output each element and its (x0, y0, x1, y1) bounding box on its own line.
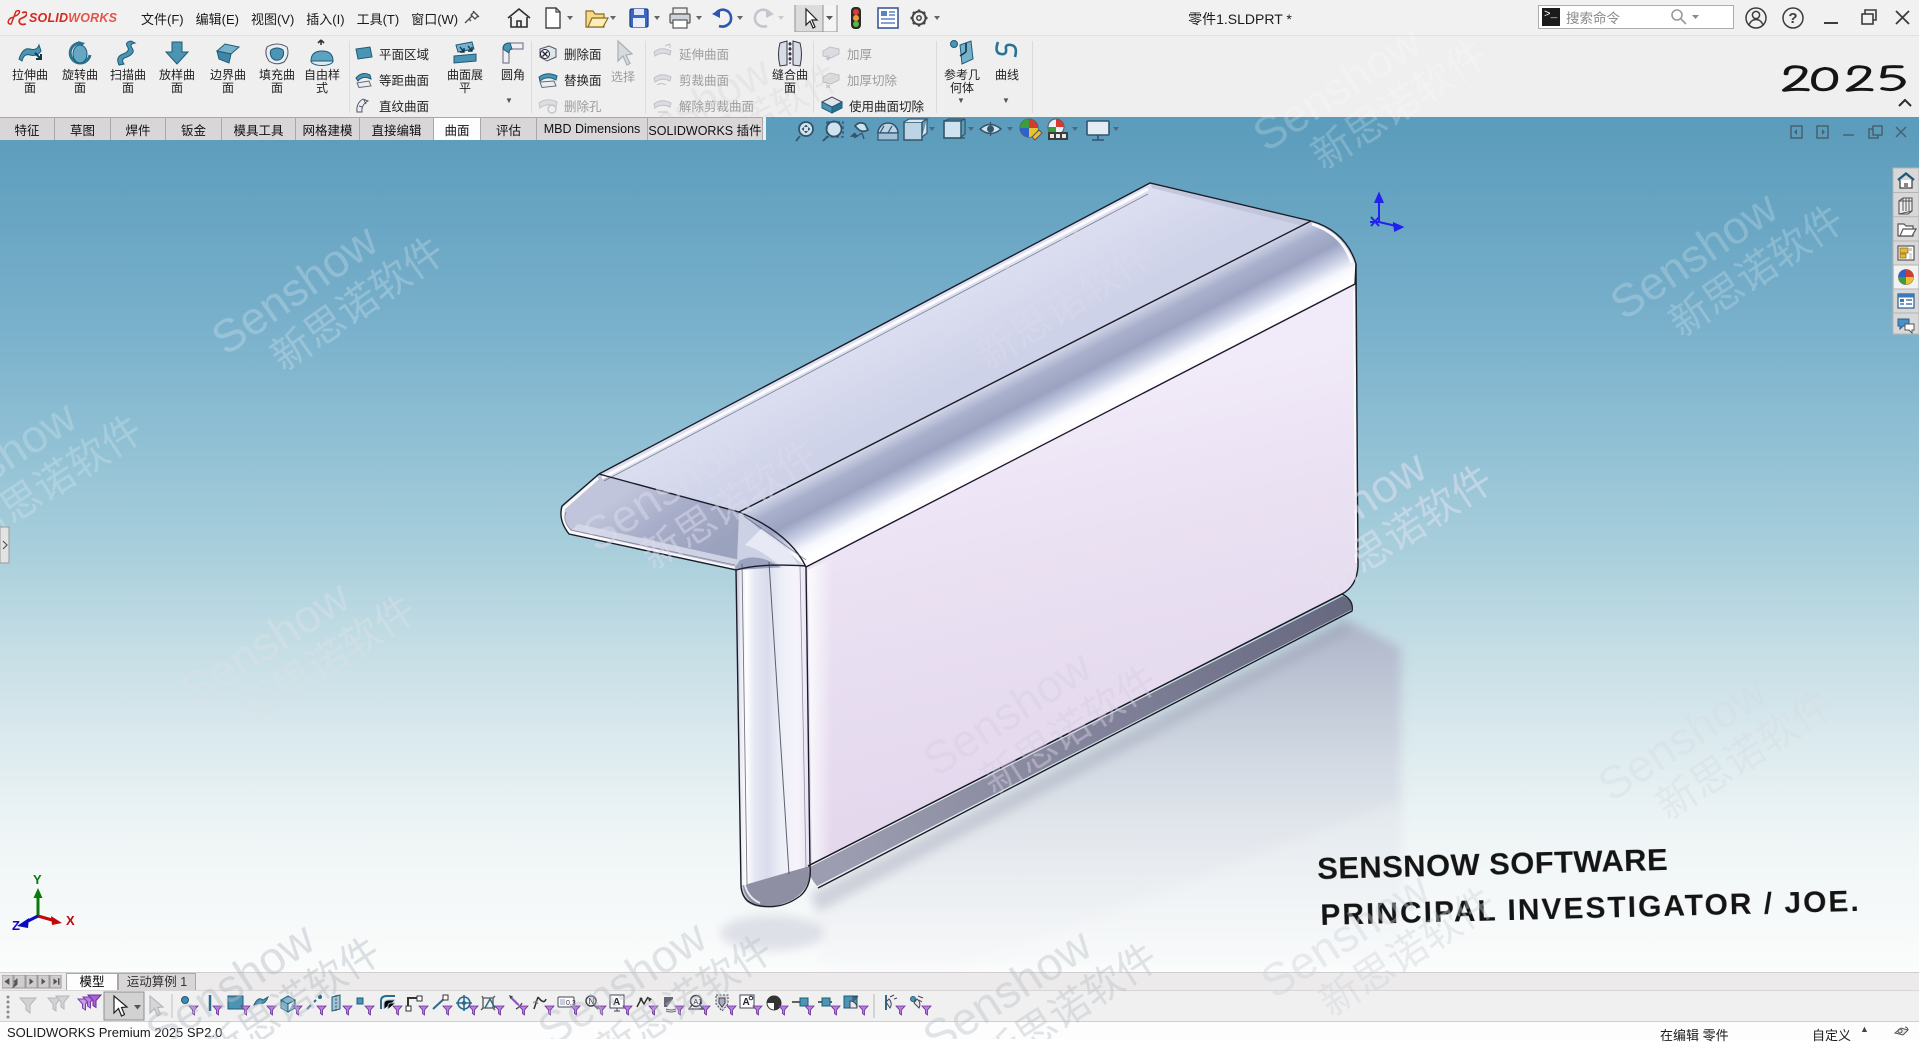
svg-text:X: X (66, 913, 75, 928)
svg-text:Z: Z (12, 918, 20, 933)
svg-text:A1: A1 (694, 999, 703, 1006)
svg-text:Y: Y (33, 872, 42, 887)
svg-text:A: A (743, 997, 750, 1008)
svg-text:N: N (589, 997, 595, 1006)
svg-text:A: A (613, 997, 620, 1008)
